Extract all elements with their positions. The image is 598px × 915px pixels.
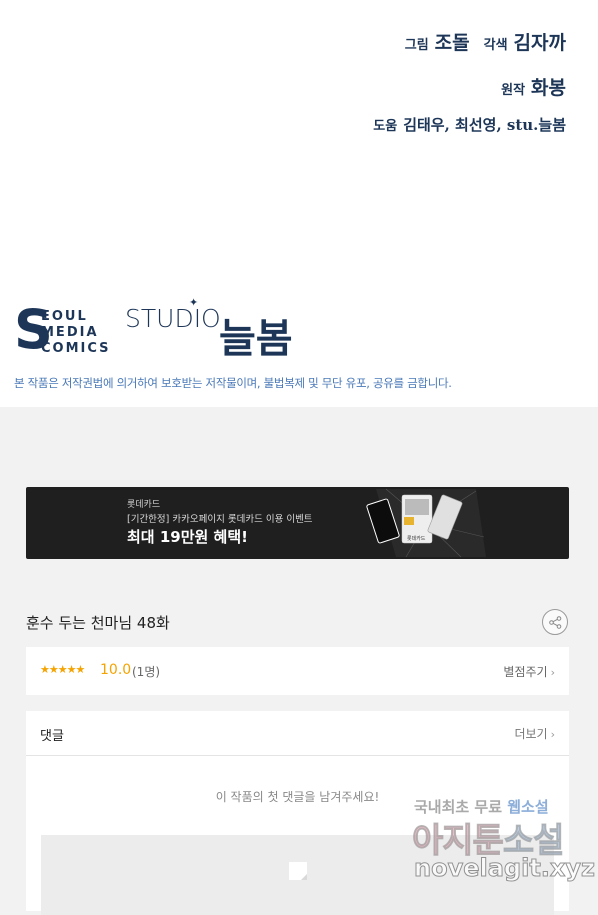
credit-cards-illustration: 롯데카드 bbox=[366, 488, 486, 558]
comments-title: 댓글 bbox=[40, 729, 64, 744]
rate-button[interactable]: 별점주기 › bbox=[503, 663, 555, 680]
rating-score: 10.0 bbox=[100, 662, 132, 678]
chevron-right-icon: › bbox=[550, 666, 555, 679]
comment-input[interactable] bbox=[41, 835, 554, 915]
credit-art-role: 그림 bbox=[404, 38, 429, 53]
copyright-notice: 본 작품은 저작권법에 의거하여 보호받는 저작물이며, 불법복제 및 무단 유… bbox=[14, 376, 452, 390]
banner-headline: 최대 19만원 혜택! bbox=[127, 528, 248, 546]
comments-more-label: 더보기 bbox=[514, 727, 548, 741]
comments-empty-text: 이 작품의 첫 댓글을 남겨주세요! bbox=[215, 790, 380, 804]
credit-color-name: 김자까 bbox=[513, 32, 566, 54]
logo-row-comics: COMICS bbox=[41, 341, 111, 356]
episode-title: 훈수 두는 천마님 48화 bbox=[26, 614, 170, 632]
sparkle-icon: ✦ bbox=[189, 296, 199, 309]
studio-neulbom-logo: STUDIO ✦ 늘봄 bbox=[125, 296, 305, 362]
logo-row-eoul: EOUL bbox=[41, 309, 88, 324]
credit-art-name: 조돌 bbox=[434, 32, 470, 54]
rating-count: (1명) bbox=[132, 665, 161, 679]
logo-studio-name: 늘봄 bbox=[219, 316, 293, 362]
seoul-media-comics-logo: S EOUL MEDIA COMICS bbox=[14, 302, 114, 358]
credit-original-name: 화봉 bbox=[531, 77, 566, 99]
rate-button-label: 별점주기 bbox=[503, 665, 548, 679]
credit-art-color: 그림 조돌 각색 김자까 bbox=[405, 28, 566, 55]
logo-studio-text: STUDIO bbox=[125, 304, 221, 333]
credit-assist: 도움 김태우, 최선영, stu.늘봄 bbox=[373, 114, 566, 135]
credit-original-role: 원작 bbox=[501, 83, 526, 98]
logo-row-media: MEDIA bbox=[41, 325, 99, 340]
credits-panel: 그림 조돌 각색 김자까 원작 화봉 도움 김태우, 최선영, stu.늘봄 S EOUL… bbox=[0, 0, 598, 407]
rating-card: ★★★★★ 10.0 (1명) 별점주기 › bbox=[26, 647, 569, 695]
banner-subtitle: [기간한정] 카카오페이지 롯데카드 이용 이벤트 bbox=[127, 514, 313, 525]
banner-brand: 롯데카드 bbox=[127, 500, 161, 510]
card-label: 롯데카드 bbox=[407, 535, 426, 542]
share-button[interactable] bbox=[542, 609, 568, 635]
comments-section: 댓글 더보기 › 이 작품의 첫 댓글을 남겨주세요! bbox=[26, 711, 569, 915]
edit-icon bbox=[289, 862, 307, 880]
credit-assist-role: 도움 bbox=[373, 119, 398, 134]
credit-original: 원작 화봉 bbox=[501, 73, 566, 100]
credit-color-role: 각색 bbox=[483, 38, 508, 53]
promo-banner[interactable]: 롯데카드 [기간한정] 카카오페이지 롯데카드 이용 이벤트 최대 19만원 혜… bbox=[26, 487, 569, 559]
comments-more-button[interactable]: 더보기 › bbox=[514, 725, 555, 742]
rating-stars: ★★★★★ bbox=[40, 663, 85, 676]
share-icon bbox=[549, 616, 562, 629]
chevron-right-icon: › bbox=[550, 728, 555, 741]
comments-header: 댓글 더보기 › bbox=[26, 711, 569, 756]
credit-assist-names: 김태우, 최선영, stu.늘봄 bbox=[403, 116, 566, 134]
